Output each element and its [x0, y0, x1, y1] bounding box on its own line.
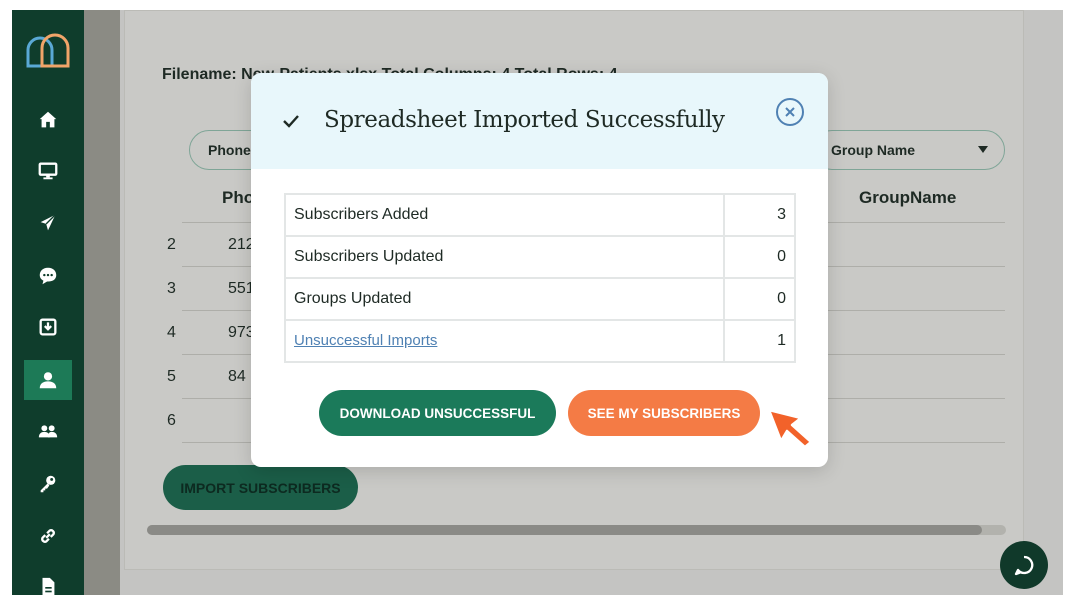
- sidebar: [12, 10, 84, 595]
- brand-logo-icon: [26, 33, 70, 68]
- send-icon: [40, 214, 56, 231]
- download-unsuccessful-button[interactable]: DOWNLOAD UNSUCCESSFUL: [319, 390, 556, 436]
- stat-value: 3: [723, 193, 796, 237]
- close-icon: [785, 107, 795, 117]
- pointer-arrow-icon: [767, 408, 813, 449]
- import-summary-table: Subscribers Added 3 Subscribers Updated …: [283, 193, 796, 363]
- stat-label: Groups Updated: [283, 277, 726, 321]
- sidebar-item-groups[interactable]: [24, 411, 72, 451]
- phone-column-select-label: Phone: [208, 142, 251, 158]
- column-header-phone: Pho: [222, 188, 255, 207]
- stat-value: 0: [723, 277, 796, 321]
- table-row: Groups Updated 0: [283, 277, 796, 321]
- scrollbar-thumb[interactable]: [147, 525, 982, 535]
- user-icon: [39, 372, 57, 389]
- sidebar-item-integrations[interactable]: [24, 516, 72, 556]
- chevron-down-icon: [978, 146, 988, 153]
- chat-icon: [1014, 555, 1034, 576]
- stat-value: 0: [723, 235, 796, 279]
- key-icon: [40, 475, 56, 493]
- link-icon: [41, 529, 55, 543]
- sidebar-item-messages[interactable]: [24, 256, 72, 296]
- row-number: 2: [167, 236, 176, 253]
- table-row: Subscribers Added 3: [283, 193, 796, 237]
- group-column-select-label: Group Name: [831, 142, 916, 158]
- table-row: Subscribers Updated 0: [283, 235, 796, 279]
- sidebar-item-home[interactable]: [24, 100, 72, 140]
- column-header-groupname: GroupName: [859, 188, 957, 207]
- row-number: 6: [167, 412, 176, 429]
- sidebar-item-api-keys[interactable]: [24, 464, 72, 504]
- sidebar-item-inbox[interactable]: [24, 307, 72, 347]
- home-icon: [39, 111, 57, 128]
- import-subscribers-button[interactable]: IMPORT SUBSCRIBERS: [163, 465, 358, 510]
- row-number: 4: [167, 324, 176, 341]
- row-phone: 84: [228, 368, 246, 385]
- stat-label: Subscribers Added: [283, 193, 726, 237]
- see-my-subscribers-button[interactable]: SEE MY SUBSCRIBERS: [568, 390, 760, 436]
- unsuccessful-imports-link[interactable]: Unsuccessful Imports: [294, 332, 437, 349]
- group-column-select[interactable]: Group Name: [812, 130, 1005, 170]
- users-group-icon: [38, 425, 58, 438]
- chat-bubble-icon: [39, 267, 57, 285]
- chat-launcher-button[interactable]: [1000, 541, 1048, 589]
- sidebar-shadow: [84, 10, 120, 595]
- sidebar-item-documents[interactable]: [24, 567, 72, 595]
- monitor-icon: [38, 162, 58, 180]
- row-number: 3: [167, 280, 176, 297]
- stat-value: 1: [723, 319, 796, 363]
- modal-header: Spreadsheet Imported Successfully: [251, 73, 828, 169]
- sidebar-item-dashboard[interactable]: [24, 151, 72, 191]
- sidebar-item-campaigns[interactable]: [24, 203, 72, 243]
- table-row: Unsuccessful Imports 1: [283, 319, 796, 363]
- horizontal-scrollbar[interactable]: [147, 525, 1006, 535]
- modal-title: Spreadsheet Imported Successfully: [324, 107, 725, 133]
- row-number: 5: [167, 368, 176, 385]
- sidebar-item-subscribers[interactable]: [24, 360, 72, 400]
- stat-label: Subscribers Updated: [283, 235, 726, 279]
- checkmark-icon: [283, 115, 299, 128]
- import-success-modal: Spreadsheet Imported Successfully Subscr…: [251, 73, 828, 467]
- document-icon: [42, 577, 55, 595]
- close-button[interactable]: [776, 98, 804, 126]
- inbox-download-icon: [39, 318, 57, 336]
- stat-label-cell: Unsuccessful Imports: [283, 319, 726, 363]
